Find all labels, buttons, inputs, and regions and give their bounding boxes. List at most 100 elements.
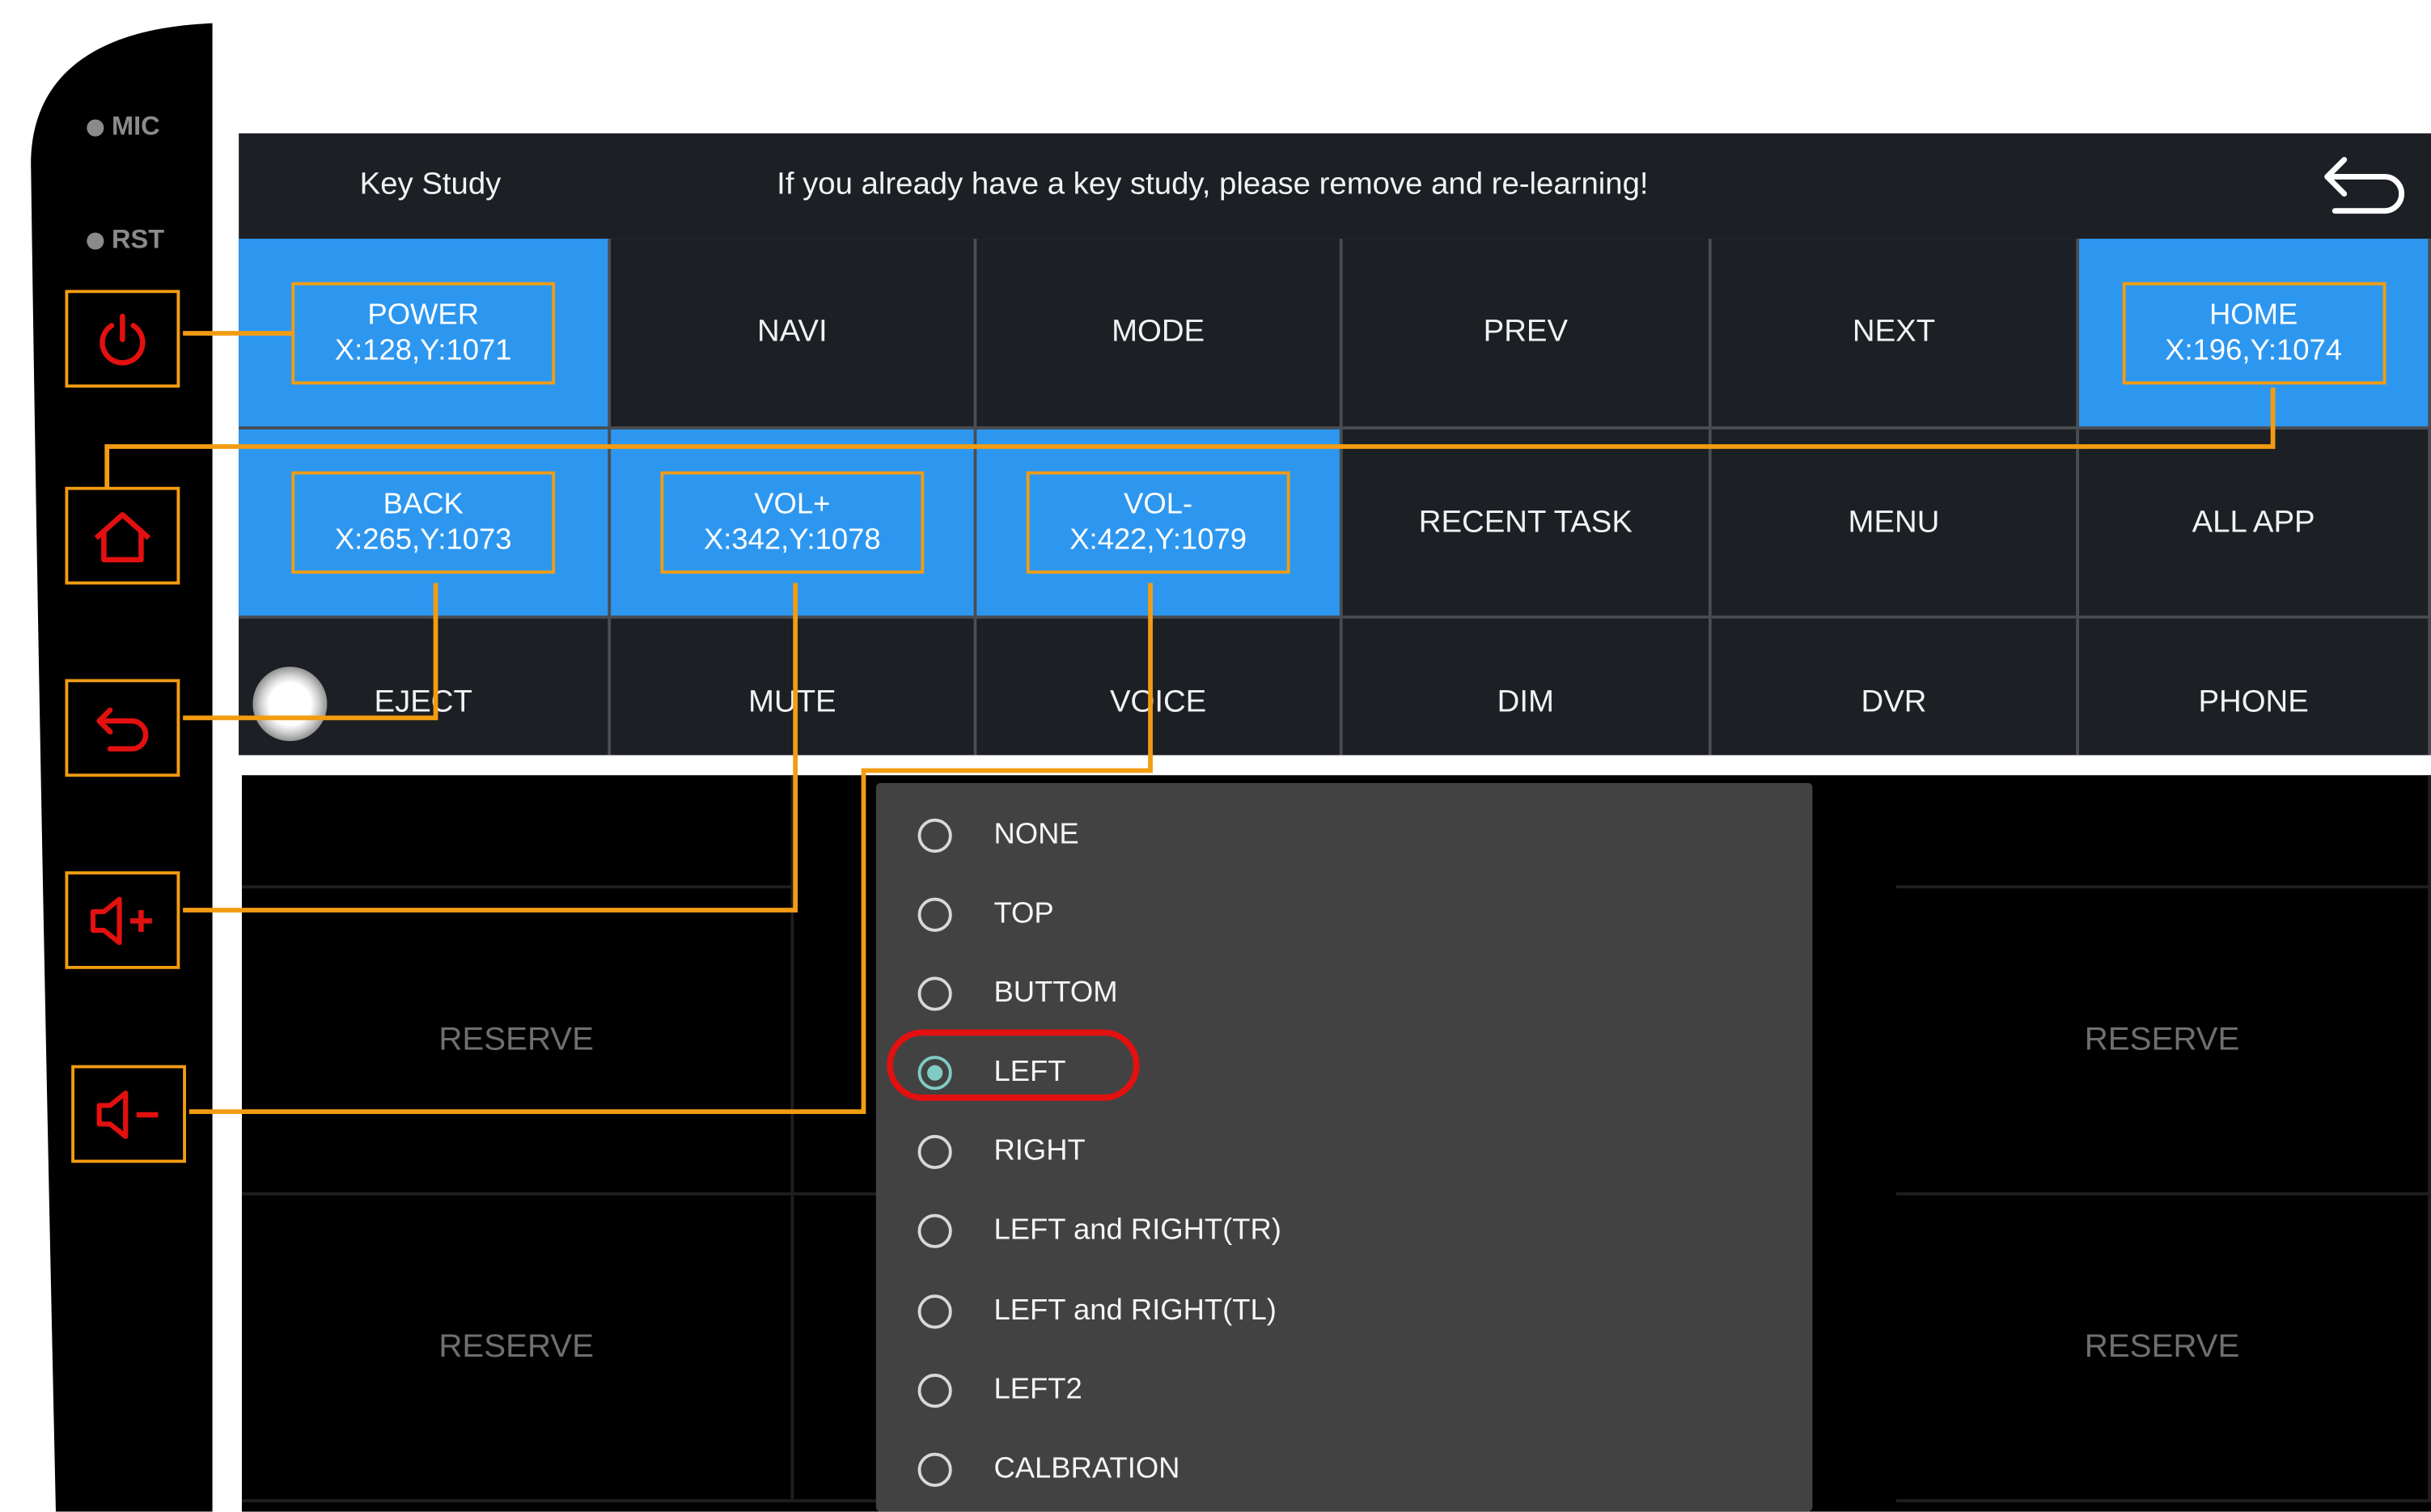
radio-button[interactable] — [917, 976, 952, 1010]
return-button[interactable] — [2313, 149, 2415, 223]
reserve-label: RESERVE — [2084, 1021, 2240, 1058]
key-label: NAVI — [757, 315, 828, 349]
back-icon — [96, 706, 149, 751]
key-coord: X:128,Y:1071 — [334, 334, 512, 367]
option-left2[interactable]: LEFT2 — [876, 1350, 1813, 1429]
option-right[interactable]: RIGHT — [876, 1112, 1813, 1191]
radio-button-selected[interactable] — [917, 1055, 952, 1090]
key-coord: X:342,Y:1078 — [703, 523, 881, 557]
learned-coord-box: HOME X:196,Y:1074 — [2121, 281, 2386, 384]
option-left-and-right-tl[interactable]: LEFT and RIGHT(TL) — [876, 1272, 1813, 1351]
key-menu[interactable]: MENU — [1711, 429, 2080, 619]
mic-dot-icon — [87, 118, 104, 136]
option-left-and-right-tr[interactable]: LEFT and RIGHT(TR) — [876, 1191, 1813, 1270]
rst-label: RST — [111, 224, 165, 255]
key-phone[interactable]: PHONE — [2079, 618, 2431, 756]
key-label: MUTE — [748, 684, 836, 719]
key-label: ALL APP — [2192, 504, 2315, 539]
power-icon — [100, 312, 146, 365]
hw-back-button[interactable] — [65, 679, 180, 777]
mic-indicator: MIC — [87, 111, 160, 142]
option-label: BUTTOM — [993, 976, 1118, 1009]
return-arrow-icon — [2324, 156, 2405, 214]
hw-volume-down-button[interactable] — [71, 1065, 186, 1163]
key-voice[interactable]: VOICE — [976, 618, 1343, 756]
option-none[interactable]: NONE — [876, 795, 1813, 875]
reserve-cell[interactable]: RESERVE — [241, 888, 794, 1196]
key-home[interactable]: HOME X:196,Y:1074 — [2079, 239, 2431, 430]
learned-coord-box: POWER X:128,Y:1071 — [291, 281, 556, 384]
rst-indicator: RST — [87, 225, 164, 256]
reserve-label: RESERVE — [2084, 1328, 2240, 1365]
key-coord: X:196,Y:1074 — [2165, 334, 2342, 367]
reserve-cell[interactable]: RESERVE — [1895, 1195, 2431, 1503]
key-mode[interactable]: MODE — [976, 239, 1343, 430]
rst-dot-icon — [87, 231, 104, 249]
option-label: CALBRATION — [993, 1451, 1180, 1485]
key-recent-task[interactable]: RECENT TASK — [1342, 429, 1712, 619]
position-select-dialog: NONE TOP BUTTOM LEFT RIGHT LEFT and RIGH… — [875, 782, 1813, 1512]
learned-coord-box: VOL+ X:342,Y:1078 — [660, 471, 925, 574]
key-navi[interactable]: NAVI — [611, 239, 977, 430]
reserve-label: RESERVE — [438, 1021, 595, 1058]
radio-button[interactable] — [917, 1373, 952, 1408]
key-back[interactable]: BACK X:265,Y:1073 — [239, 429, 612, 619]
radio-button[interactable] — [917, 1451, 952, 1486]
option-label: RIGHT — [993, 1133, 1086, 1167]
reserve-cell[interactable]: RESERVE — [1895, 888, 2431, 1196]
hw-home-button[interactable] — [65, 486, 180, 585]
home-icon — [94, 511, 151, 562]
key-label: POWER — [367, 298, 479, 332]
radio-button[interactable] — [917, 1294, 952, 1328]
key-label: MENU — [1848, 504, 1940, 539]
key-label: DVR — [1861, 684, 1927, 719]
option-label: LEFT and RIGHT(TR) — [993, 1213, 1281, 1246]
key-coord: X:265,Y:1073 — [334, 523, 512, 557]
volume-down-icon — [96, 1090, 159, 1138]
option-label: TOP — [993, 896, 1054, 930]
key-label: PREV — [1483, 315, 1569, 349]
reserve-label: RESERVE — [438, 1328, 595, 1365]
key-dvr[interactable]: DVR — [1711, 618, 2080, 756]
reserve-cell[interactable] — [1895, 775, 2431, 889]
option-left[interactable]: LEFT — [876, 1029, 1813, 1112]
hw-power-button[interactable] — [65, 290, 180, 388]
option-label: NONE — [993, 817, 1079, 851]
radio-button[interactable] — [917, 1213, 952, 1247]
touch-indicator — [252, 667, 328, 742]
key-label: PHONE — [2198, 684, 2309, 719]
key-label: MODE — [1112, 315, 1205, 349]
option-buttom[interactable]: BUTTOM — [876, 954, 1813, 1033]
option-label: LEFT and RIGHT(TL) — [993, 1294, 1277, 1327]
learned-coord-box: VOL- X:422,Y:1079 — [1026, 471, 1290, 574]
option-top[interactable]: TOP — [876, 875, 1813, 954]
key-mute[interactable]: MUTE — [611, 618, 977, 756]
key-label: VOL- — [1124, 488, 1193, 521]
key-power[interactable]: POWER X:128,Y:1071 — [239, 239, 612, 430]
reserve-cell[interactable]: RESERVE — [241, 1195, 794, 1503]
hw-volume-up-button[interactable] — [65, 871, 180, 969]
key-coord: X:422,Y:1079 — [1069, 523, 1247, 557]
instruction-message: If you already have a key study, please … — [777, 167, 1649, 202]
option-label: LEFT — [993, 1055, 1066, 1088]
key-prev[interactable]: PREV — [1342, 239, 1712, 430]
key-label: BACK — [383, 488, 464, 521]
key-label: HOME — [2209, 298, 2298, 332]
option-label: LEFT2 — [993, 1373, 1082, 1406]
radio-button[interactable] — [917, 817, 952, 853]
key-dim[interactable]: DIM — [1342, 618, 1712, 756]
volume-up-icon — [90, 896, 152, 945]
mic-label: MIC — [111, 111, 160, 142]
key-vol-down[interactable]: VOL- X:422,Y:1079 — [976, 429, 1343, 619]
device-bezel: MIC RST — [0, 0, 232, 1512]
learned-coord-box: BACK X:265,Y:1073 — [291, 471, 556, 574]
option-calbration[interactable]: CALBRATION — [876, 1429, 1813, 1509]
radio-button[interactable] — [917, 896, 952, 931]
key-next[interactable]: NEXT — [1711, 239, 2080, 430]
title-bar: Key Study If you already have a key stud… — [239, 133, 2431, 239]
reserve-cell[interactable] — [241, 775, 794, 889]
key-vol-up[interactable]: VOL+ X:342,Y:1078 — [611, 429, 977, 619]
key-all-app[interactable]: ALL APP — [2079, 429, 2431, 619]
key-label: EJECT — [374, 684, 472, 719]
radio-button[interactable] — [917, 1133, 952, 1169]
